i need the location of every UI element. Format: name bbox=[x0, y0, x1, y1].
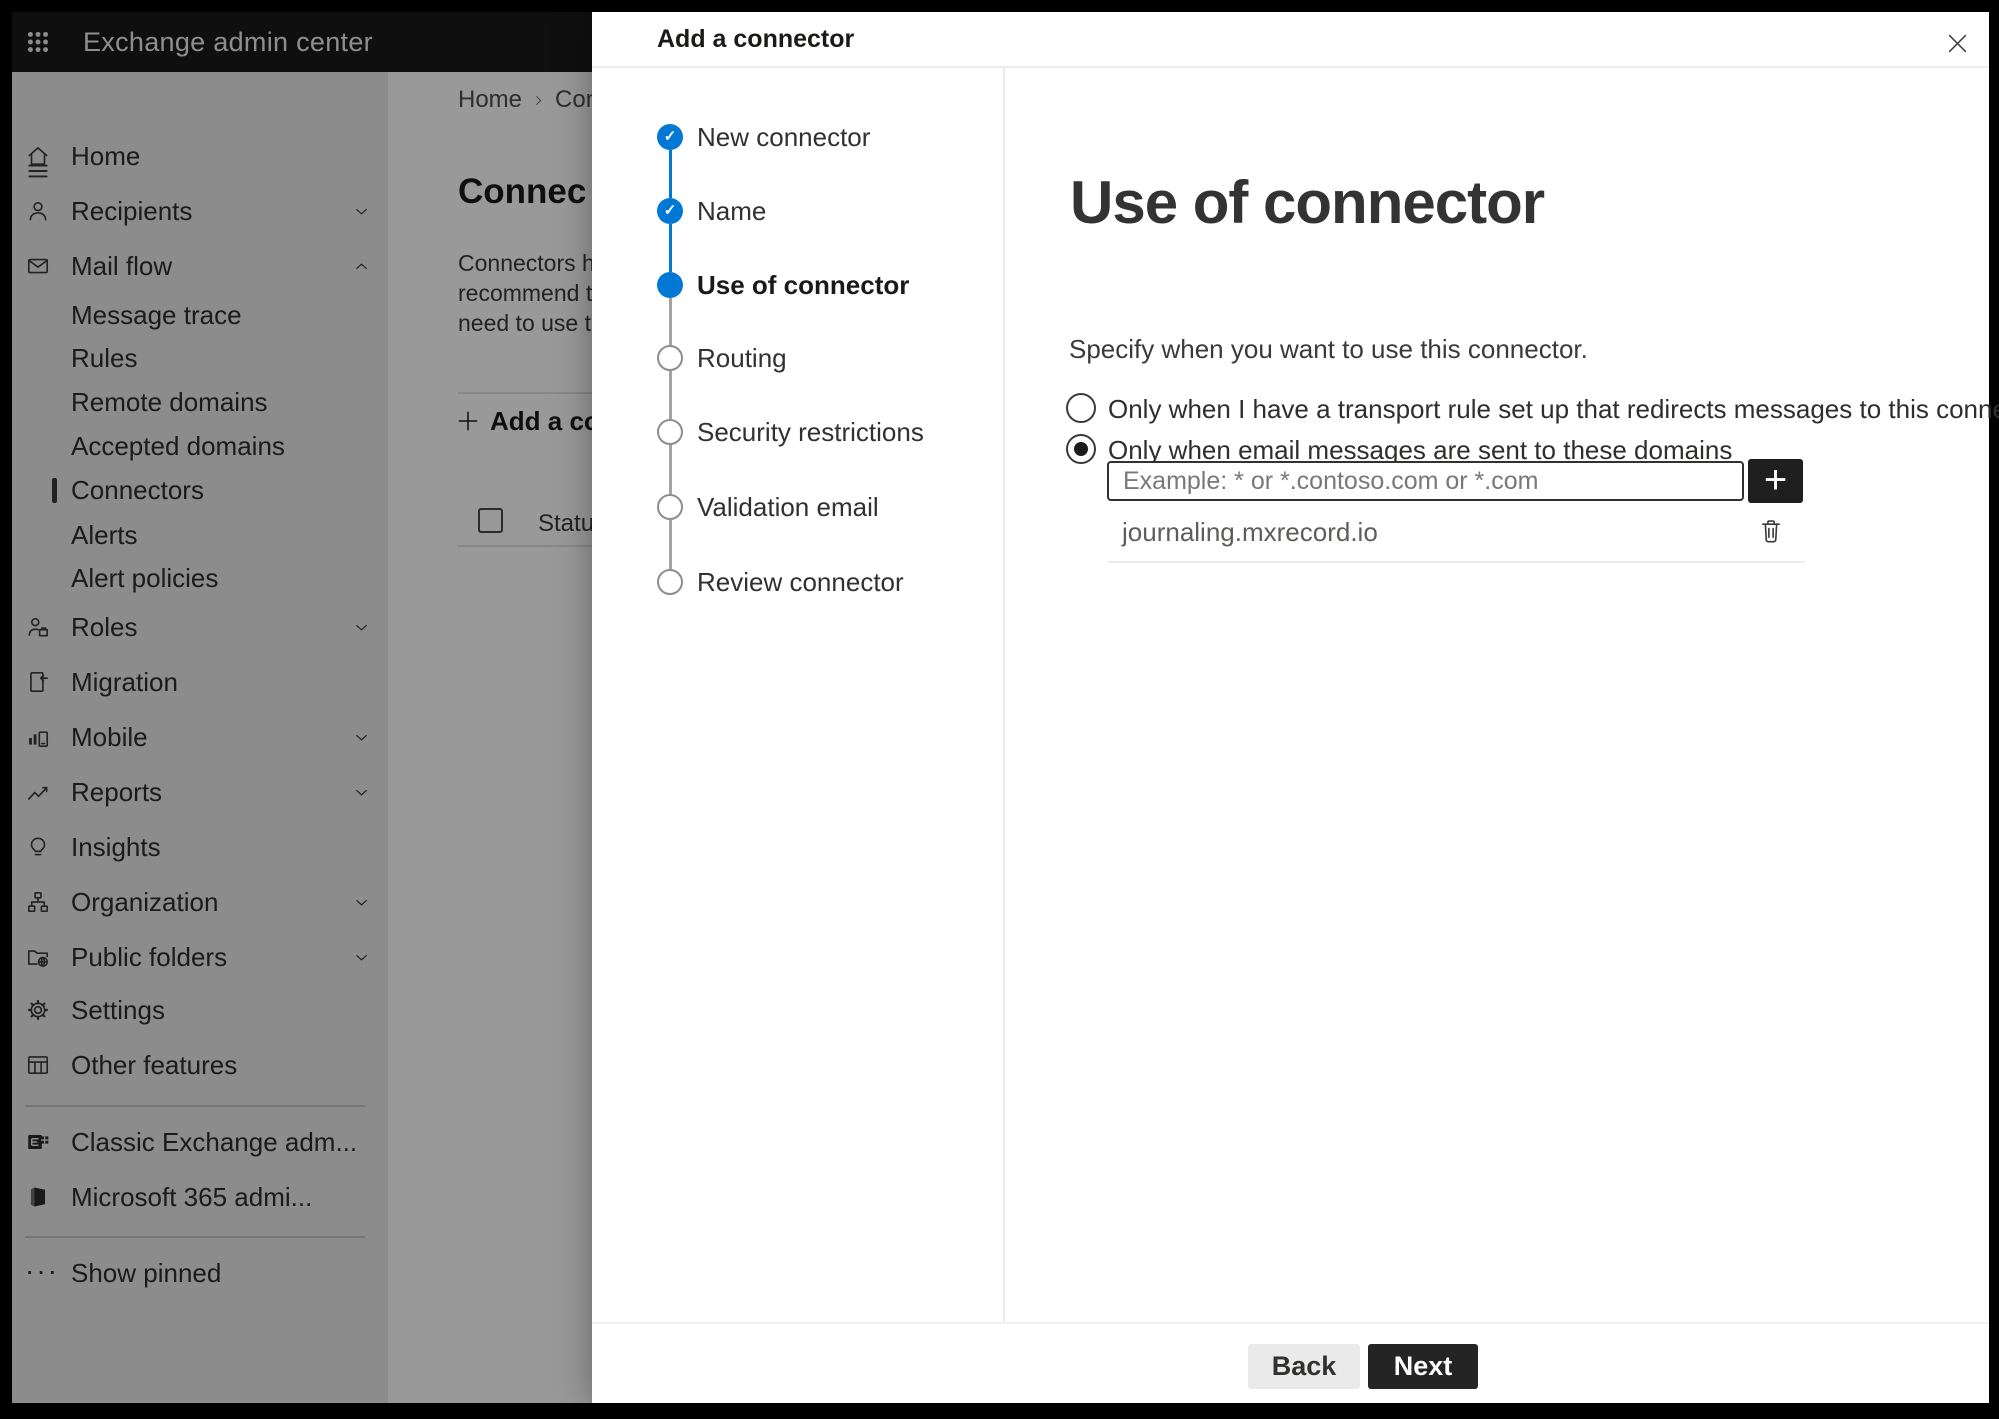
step-connector-line bbox=[668, 224, 672, 272]
check-icon: ✓ bbox=[663, 202, 677, 219]
check-icon: ✓ bbox=[663, 128, 677, 145]
step-connector-line bbox=[668, 520, 672, 569]
step-connector-line bbox=[668, 150, 672, 198]
step-circle-current bbox=[657, 272, 683, 298]
step-circle-pending bbox=[657, 419, 683, 445]
dialog-footer-divider bbox=[592, 1322, 1989, 1324]
wizard-page-heading: Use of connector bbox=[1070, 169, 1545, 236]
step-circle-completed: ✓ bbox=[657, 198, 683, 224]
step-security-restrictions[interactable]: Security restrictions bbox=[697, 417, 924, 447]
step-routing[interactable]: Routing bbox=[697, 343, 787, 373]
step-circle-pending bbox=[657, 345, 683, 371]
close-icon bbox=[1948, 34, 1966, 52]
close-button[interactable] bbox=[1939, 25, 1975, 61]
steps-content-divider bbox=[1003, 68, 1005, 1322]
domain-input[interactable] bbox=[1107, 461, 1744, 501]
back-button[interactable]: Back bbox=[1248, 1344, 1360, 1389]
domain-row-divider bbox=[1108, 561, 1805, 563]
radio-transport-rule[interactable] bbox=[1066, 393, 1096, 423]
screen: Exchange admin center Home Recipients Ma… bbox=[0, 0, 1999, 1419]
step-circle-pending bbox=[657, 569, 683, 595]
step-connector-line bbox=[668, 298, 672, 345]
add-domain-button[interactable]: + bbox=[1748, 459, 1803, 503]
wizard-instruction: Specify when you want to use this connec… bbox=[1069, 334, 1588, 364]
add-connector-dialog: Add a connector ✓ New connector ✓ Name U… bbox=[592, 12, 1999, 1403]
delete-domain-button[interactable] bbox=[1756, 516, 1786, 546]
domain-list-item: journaling.mxrecord.io bbox=[1122, 517, 1378, 547]
radio-transport-rule-label[interactable]: Only when I have a transport rule set up… bbox=[1108, 393, 1999, 425]
step-validation-email[interactable]: Validation email bbox=[697, 492, 879, 522]
step-name[interactable]: Name bbox=[697, 196, 766, 226]
step-review-connector[interactable]: Review connector bbox=[697, 567, 904, 597]
step-new-connector[interactable]: New connector bbox=[697, 122, 870, 152]
step-use-of-connector[interactable]: Use of connector bbox=[697, 270, 909, 300]
dialog-title: Add a connector bbox=[657, 25, 855, 53]
step-connector-line bbox=[668, 371, 672, 419]
step-connector-line bbox=[668, 445, 672, 494]
trash-icon bbox=[1762, 520, 1780, 543]
plus-icon: + bbox=[1763, 458, 1788, 502]
next-button[interactable]: Next bbox=[1368, 1344, 1478, 1389]
dialog-header-divider bbox=[592, 66, 1989, 68]
step-circle-completed: ✓ bbox=[657, 124, 683, 150]
step-circle-pending bbox=[657, 494, 683, 520]
radio-sent-to-domains[interactable] bbox=[1066, 434, 1096, 464]
